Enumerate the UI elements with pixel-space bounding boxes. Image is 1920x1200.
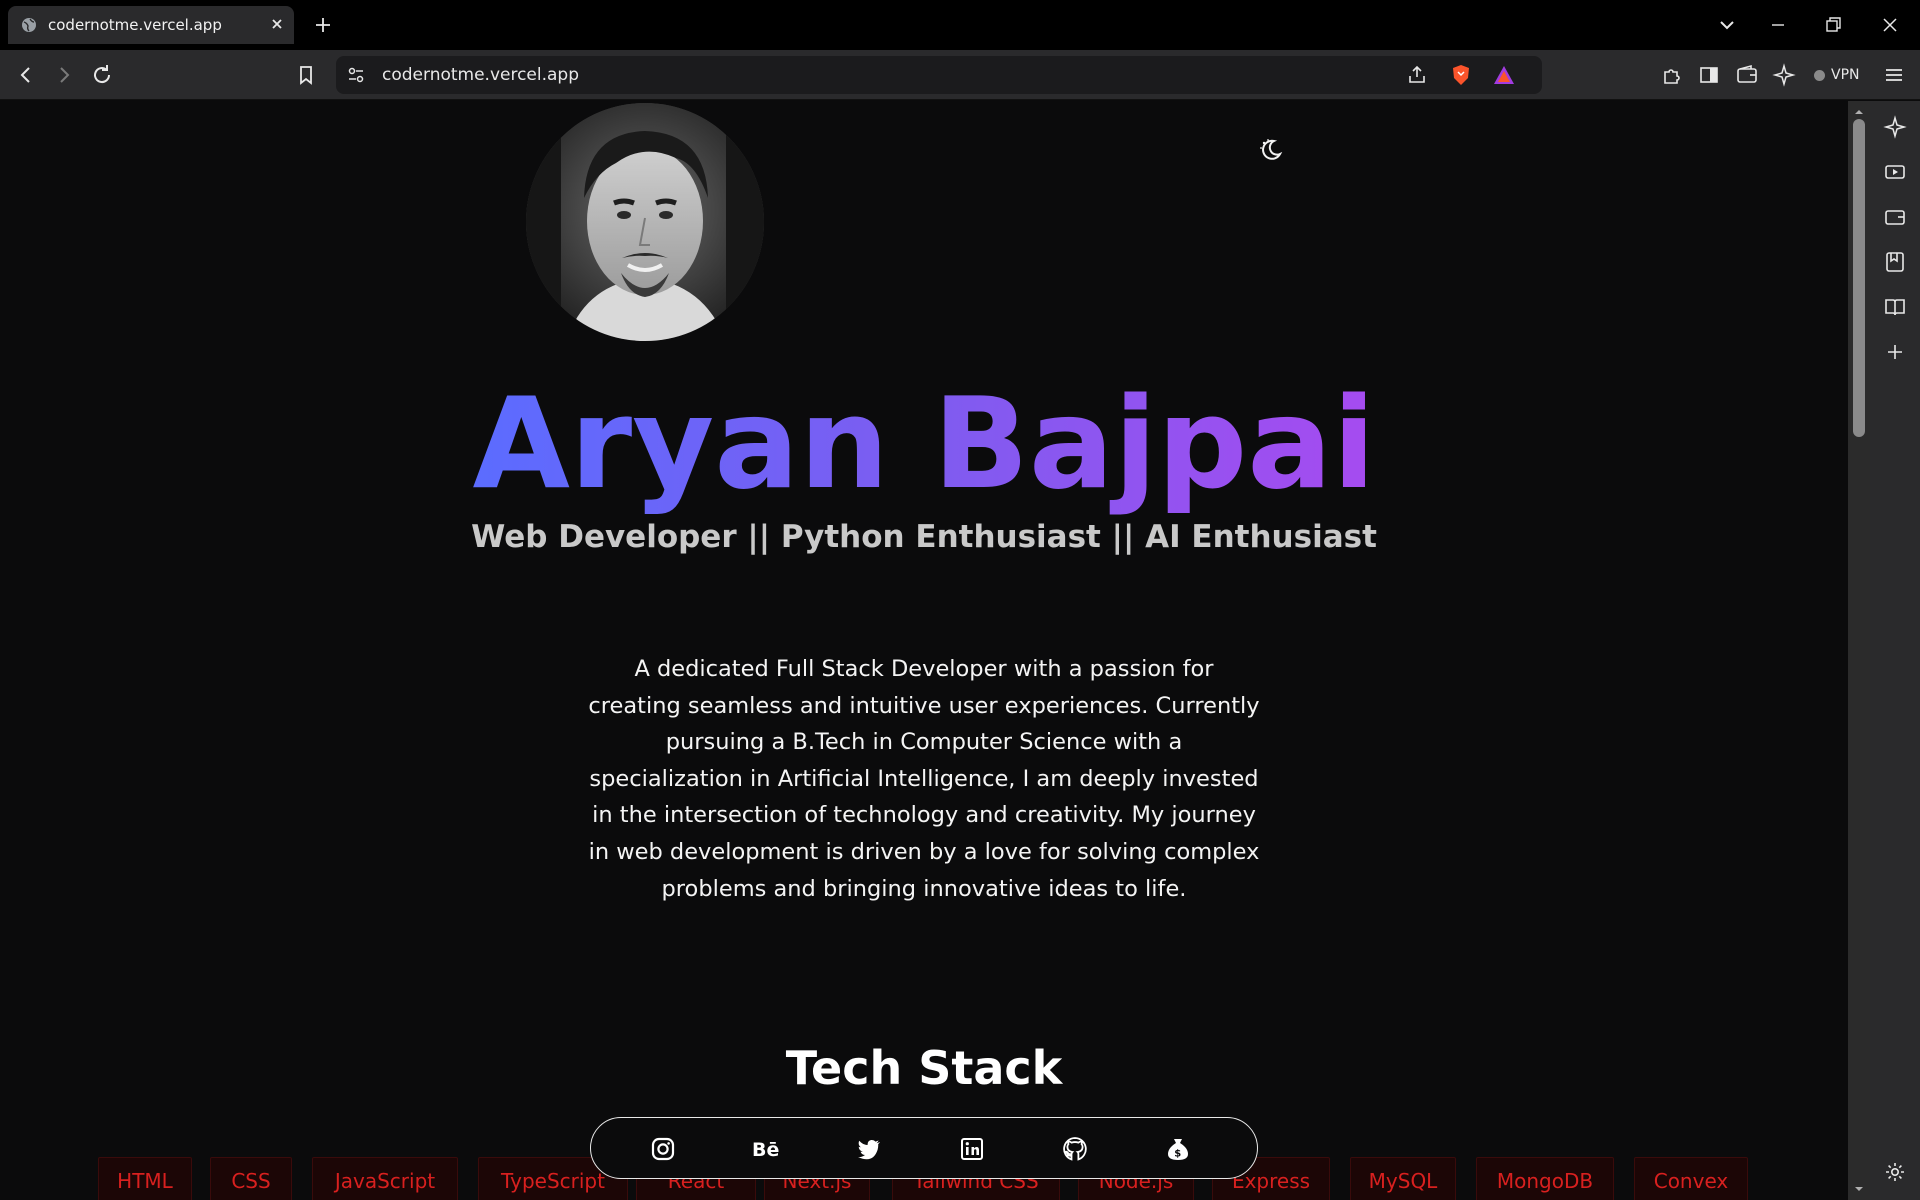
add-sidebar-item-icon[interactable]: [1883, 340, 1907, 364]
theme-toggle-moon-icon[interactable]: [1258, 137, 1284, 163]
tab-active[interactable]: codernotme.vercel.app: [8, 6, 294, 44]
playlist-icon[interactable]: [1883, 160, 1907, 184]
new-tab-icon[interactable]: [312, 14, 334, 36]
leo-ai-sidebar-icon[interactable]: [1883, 115, 1907, 139]
sidebar-settings-gear-icon[interactable]: [1883, 1160, 1907, 1184]
close-window-icon[interactable]: [1878, 13, 1902, 37]
brave-shields-icon[interactable]: [1450, 63, 1472, 87]
close-tab-icon[interactable]: [268, 15, 286, 33]
browser-window: codernotme.vercel.app codernotme.vercel.…: [0, 0, 1920, 1200]
profile-photo: [526, 103, 764, 341]
hero-name: Aryan Bajpai: [472, 370, 1376, 517]
reading-list-icon[interactable]: [1883, 295, 1907, 319]
profile-avatar: [526, 103, 764, 341]
tab-strip: codernotme.vercel.app: [0, 0, 1920, 50]
tech-pill-mongodb: MongoDB: [1476, 1157, 1614, 1200]
tech-pill-convex: Convex: [1634, 1157, 1748, 1200]
tech-pill-css: CSS: [210, 1157, 292, 1200]
wallet-icon[interactable]: [1735, 63, 1759, 87]
reload-icon[interactable]: [90, 63, 114, 87]
social-dock: Bē $: [590, 1117, 1258, 1179]
bookmarks-sidebar-icon[interactable]: [1883, 250, 1907, 274]
vpn-button[interactable]: VPN: [1806, 59, 1868, 91]
brave-rewards-icon[interactable]: [1492, 64, 1516, 86]
sidebar-toggle-icon[interactable]: [1697, 63, 1721, 87]
back-icon[interactable]: [14, 63, 38, 87]
forward-icon[interactable]: [52, 63, 76, 87]
scroll-down-arrow-icon[interactable]: [1853, 1183, 1865, 1195]
money-bag-icon[interactable]: $: [1164, 1135, 1192, 1163]
scroll-up-arrow-icon[interactable]: [1853, 106, 1865, 118]
page-viewport: Aryan Bajpai Web Developer || Python Ent…: [0, 101, 1848, 1200]
wallet-sidebar-icon[interactable]: [1883, 205, 1907, 229]
minimize-icon[interactable]: [1766, 13, 1790, 37]
globe-icon: [22, 18, 36, 32]
behance-icon[interactable]: Bē: [752, 1135, 780, 1163]
github-icon[interactable]: [1061, 1135, 1089, 1163]
menu-icon[interactable]: [1882, 63, 1906, 87]
bio-line: in web development is driven by a love f…: [588, 838, 1260, 865]
bio-line: creating seamless and intuitive user exp…: [588, 692, 1260, 719]
site-info-icon[interactable]: [346, 65, 366, 85]
tech-stack-heading: Tech Stack: [785, 1041, 1063, 1095]
bio-line: A dedicated Full Stack Developer with a …: [634, 656, 1214, 682]
tech-pill-mysql: MySQL: [1350, 1157, 1456, 1200]
svg-text:Bē: Bē: [752, 1139, 779, 1161]
leo-ai-icon[interactable]: [1772, 63, 1796, 87]
browser-toolbar: codernotme.vercel.app 1 VPN: [0, 50, 1920, 126]
vpn-status-icon: [1814, 69, 1825, 81]
tab-search-chevron-icon[interactable]: [1715, 13, 1739, 37]
restore-icon[interactable]: [1821, 13, 1845, 37]
browser-side-panel: [1870, 101, 1920, 1200]
hero-tagline: Web Developer || Python Enthusiast || AI…: [471, 519, 1377, 555]
tab-title: codernotme.vercel.app: [48, 16, 222, 34]
bookmark-icon[interactable]: [294, 63, 318, 87]
share-icon[interactable]: [1406, 64, 1428, 86]
tech-pill-html: HTML: [98, 1157, 192, 1200]
url-text: codernotme.vercel.app: [382, 65, 580, 85]
extensions-icon[interactable]: [1660, 63, 1684, 87]
bio-line: specialization in Artificial Intelligenc…: [589, 765, 1259, 792]
bio-line: problems and bringing innovative ideas t…: [661, 875, 1187, 902]
bio-line: in the intersection of technology and cr…: [592, 802, 1256, 829]
instagram-icon[interactable]: [649, 1135, 677, 1163]
tech-pill-javascript: JavaScript: [312, 1157, 458, 1200]
svg-text:$: $: [1174, 1149, 1181, 1160]
scrollbar-thumb[interactable]: [1853, 119, 1865, 437]
page-scrollbar[interactable]: [1848, 101, 1870, 1200]
bio-paragraph: A dedicated Full Stack Developer with a …: [586, 651, 1262, 907]
address-bar[interactable]: codernotme.vercel.app: [336, 56, 1542, 94]
bio-line: pursuing a B.Tech in Computer Science wi…: [665, 729, 1183, 756]
twitter-icon[interactable]: [855, 1135, 883, 1163]
linkedin-icon[interactable]: [958, 1135, 986, 1163]
vpn-label: VPN: [1831, 67, 1860, 83]
